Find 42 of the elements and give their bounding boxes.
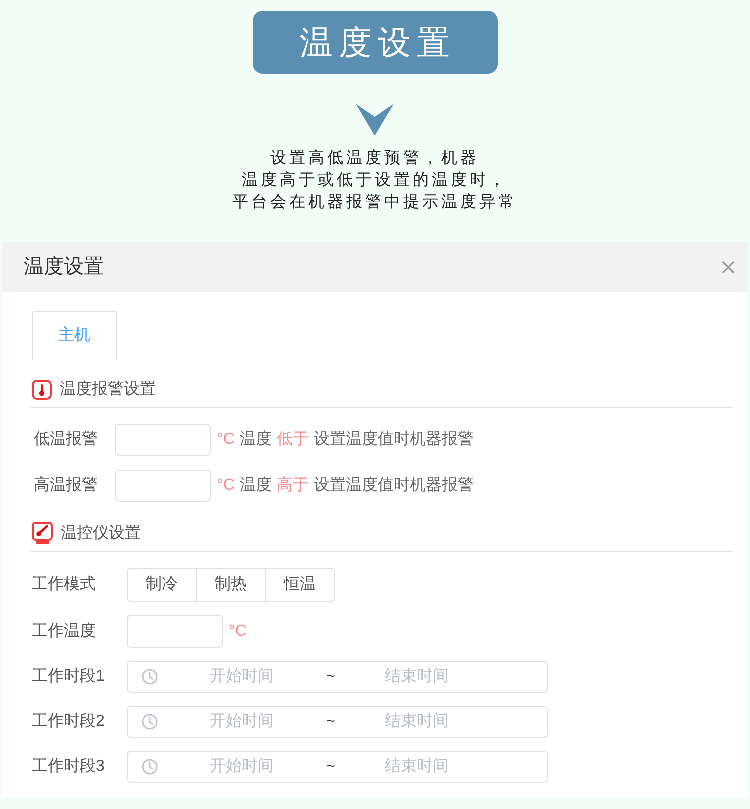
mode-button[interactable]: 制冷 <box>127 568 197 602</box>
close-icon[interactable] <box>722 260 735 274</box>
clock-icon <box>142 759 158 775</box>
unit-label: °C <box>217 430 235 450</box>
section-title: 温度报警设置 <box>60 380 156 400</box>
section-title: 温控仪设置 <box>61 524 141 544</box>
mode-button[interactable]: 制热 <box>196 568 266 602</box>
field-label: 工作时段1 <box>32 666 106 687</box>
start-time-input[interactable]: 开始时间 <box>160 664 324 690</box>
temperature-input[interactable] <box>127 615 223 648</box>
time-range-picker[interactable]: 开始时间 ~ 结束时间 <box>127 706 548 738</box>
thermometer-icon <box>32 380 52 400</box>
field-label: 工作模式 <box>32 574 97 595</box>
time-range-picker[interactable]: 开始时间 ~ 结束时间 <box>127 751 548 783</box>
unit-label: °C <box>229 622 247 642</box>
field-label: 工作时段3 <box>32 756 106 777</box>
field-label: 低温报警 <box>34 430 99 450</box>
range-separator: ~ <box>326 712 336 732</box>
field-label: 工作时段2 <box>32 712 106 732</box>
time-range-picker[interactable]: 开始时间 ~ 结束时间 <box>127 661 548 693</box>
field-label: 工作温度 <box>32 622 97 642</box>
mode-button[interactable]: 恒温 <box>265 568 335 602</box>
dialog-title: 温度设置 <box>24 255 104 280</box>
range-separator: ~ <box>326 666 336 687</box>
start-time-input[interactable]: 开始时间 <box>160 709 324 735</box>
alarm-hint: 温度 低于 设置温度值时机器报警 <box>240 430 474 450</box>
temperature-input[interactable] <box>115 470 211 502</box>
unit-label: °C <box>217 476 235 496</box>
clock-icon <box>142 669 158 685</box>
end-time-input[interactable]: 结束时间 <box>338 709 496 735</box>
range-separator: ~ <box>326 756 336 777</box>
field-label: 高温报警 <box>34 476 99 496</box>
clock-icon <box>142 714 158 730</box>
thermostat-icon <box>32 522 53 545</box>
alarm-hint: 温度 高于 设置温度值时机器报警 <box>240 476 474 496</box>
end-time-input[interactable]: 结束时间 <box>338 664 496 690</box>
end-time-input[interactable]: 结束时间 <box>338 754 496 780</box>
temperature-input[interactable] <box>115 424 211 456</box>
start-time-input[interactable]: 开始时间 <box>160 754 324 780</box>
description-text: 设置高低温度预警，机器 温度高于或低于设置的温度时， 平台会在机器报警中提示温度异常 <box>232 148 518 213</box>
chevron-down-icon <box>356 104 394 136</box>
banner-title: 温度设置 <box>252 11 498 74</box>
